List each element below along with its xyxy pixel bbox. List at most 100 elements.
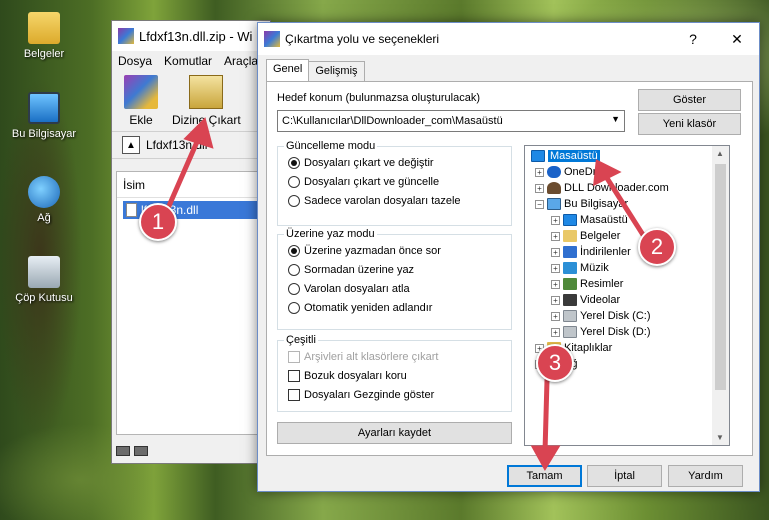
tree-node-resimler[interactable]: + Resimler: [551, 276, 623, 292]
expand-icon[interactable]: +: [551, 295, 560, 305]
scroll-down-icon[interactable]: ▼: [716, 433, 724, 442]
column-header-name[interactable]: İsim: [117, 172, 269, 198]
extract-to-button[interactable]: Dizine Çıkart: [172, 75, 241, 131]
tree-node-belgeler[interactable]: + Belgeler: [551, 228, 620, 244]
option-label: Sormadan üzerine yaz: [304, 264, 415, 276]
this-pc-icon: [28, 92, 60, 124]
cancel-button[interactable]: İptal: [587, 465, 662, 487]
checkbox[interactable]: [288, 370, 300, 382]
expand-icon[interactable]: +: [535, 183, 544, 193]
expand-icon[interactable]: +: [551, 311, 560, 321]
menu-dosya[interactable]: Dosya: [118, 54, 152, 68]
tree-node-label: Belgeler: [580, 230, 621, 242]
expand-icon[interactable]: +: [551, 231, 560, 241]
menu-araclar[interactable]: Araçla: [224, 54, 258, 68]
up-folder-button[interactable]: ▲: [122, 136, 140, 154]
radio-selected[interactable]: [288, 157, 300, 169]
tree-scrollbar[interactable]: ▲ ▼: [712, 146, 729, 445]
expand-icon[interactable]: +: [551, 279, 560, 289]
downloads-icon: [563, 246, 577, 258]
overwrite-option-rename[interactable]: Otomatik yeniden adlandır: [288, 302, 432, 314]
tree-node-label: Müzik: [580, 262, 609, 274]
overwrite-mode-group: Üzerine yaz modu Üzerine yazmadan önce s…: [277, 228, 512, 330]
tree-node-videolar[interactable]: + Videolar: [551, 292, 620, 308]
radio[interactable]: [288, 195, 300, 207]
tree-node-bu-bilgisayar[interactable]: − Bu Bilgisayar: [535, 196, 628, 212]
videos-icon: [563, 294, 577, 306]
tree-node-label: OneDrive: [564, 166, 611, 178]
radio-selected[interactable]: [288, 245, 300, 257]
tree-node-muzik[interactable]: + Müzik: [551, 260, 609, 276]
destination-path-value: C:\Kullanıcılar\DllDownloader_com\Masaüs…: [282, 115, 503, 127]
update-option-replace[interactable]: Dosyaları çıkart ve değiştir: [288, 157, 434, 169]
misc-option-keep-broken[interactable]: Bozuk dosyaları koru: [288, 370, 407, 382]
add-button-label: Ekle: [129, 113, 153, 127]
tree-node-masaustu-root[interactable]: Masaüstü: [531, 148, 600, 164]
option-label: Üzerine yazmadan önce sor: [304, 245, 441, 257]
overwrite-option-skip[interactable]: Varolan dosyaları atla: [288, 283, 410, 295]
option-label: Bozuk dosyaları koru: [304, 370, 407, 382]
user-folder-icon: [547, 182, 561, 194]
radio[interactable]: [288, 176, 300, 188]
radio[interactable]: [288, 302, 300, 314]
update-option-update[interactable]: Dosyaları çıkart ve güncelle: [288, 176, 439, 188]
tree-node-disk-c[interactable]: + Yerel Disk (C:): [551, 308, 651, 324]
close-icon[interactable]: ✕: [715, 23, 759, 55]
winrar-toolbar: Ekle Dizine Çıkart: [112, 71, 270, 131]
chevron-down-icon[interactable]: ▼: [611, 114, 620, 124]
overwrite-option-ask[interactable]: Üzerine yazmadan önce sor: [288, 245, 441, 257]
radio[interactable]: [288, 283, 300, 295]
winrar-titlebar[interactable]: Lfdxf13n.dll.zip - Wi: [112, 21, 270, 51]
desktop-icon: [531, 150, 545, 162]
dialog-titlebar[interactable]: Çıkartma yolu ve seçenekleri ? ✕: [258, 23, 759, 55]
misc-title: Çeşitli: [284, 334, 318, 346]
tab-genel[interactable]: Genel: [266, 59, 310, 81]
desktop-icon-belgeler[interactable]: Belgeler: [6, 12, 82, 60]
menu-komutlar[interactable]: Komutlar: [164, 54, 212, 68]
scroll-up-icon[interactable]: ▲: [716, 149, 724, 158]
network-icon: [28, 176, 60, 208]
scroll-thumb[interactable]: [715, 164, 726, 390]
desktop-icon-bu-bilgisayar[interactable]: Bu Bilgisayar: [6, 92, 82, 140]
recycle-bin-icon: [28, 256, 60, 288]
expand-icon[interactable]: +: [535, 167, 544, 177]
expand-icon[interactable]: +: [551, 215, 560, 225]
tree-node-indirilenler[interactable]: + İndirilenler: [551, 244, 631, 260]
add-button[interactable]: Ekle: [124, 75, 158, 131]
tree-node-masaustu[interactable]: + Masaüstü: [551, 212, 628, 228]
desktop-icon-cop-kutusu[interactable]: Çöp Kutusu: [6, 256, 82, 304]
desktop-icon-ag[interactable]: Ağ: [6, 176, 82, 224]
show-button[interactable]: Göster: [638, 89, 741, 111]
tree-node-disk-d[interactable]: + Yerel Disk (D:): [551, 324, 651, 340]
key-icon: [134, 446, 148, 456]
winrar-pathbar: ▲ Lfdxf13n.dll: [112, 131, 270, 159]
destination-path-combo[interactable]: C:\Kullanıcılar\DllDownloader_com\Masaüs…: [277, 110, 625, 132]
drive-icon: [116, 446, 130, 456]
folder-tree[interactable]: Masaüstü + OneDrive + DLL Downloader.com…: [524, 145, 730, 446]
help-title-button[interactable]: ?: [671, 23, 715, 55]
checkbox[interactable]: [288, 389, 300, 401]
documents-icon: [563, 230, 577, 242]
pictures-icon: [563, 278, 577, 290]
update-mode-title: Güncelleme modu: [284, 140, 378, 152]
expand-icon[interactable]: +: [551, 263, 560, 273]
misc-option-show-in-explorer[interactable]: Dosyaları Gezginde göster: [288, 389, 434, 401]
new-folder-button[interactable]: Yeni klasör: [638, 113, 741, 135]
tree-node-label: Yerel Disk (D:): [580, 326, 651, 338]
tree-node-label: İndirilenler: [580, 246, 631, 258]
save-settings-button[interactable]: Ayarları kaydet: [277, 422, 512, 444]
destination-label: Hedef konum (bulunmazsa oluşturulacak): [277, 92, 480, 104]
disk-icon: [563, 326, 577, 338]
expand-icon[interactable]: +: [551, 247, 560, 257]
tree-node-onedrive[interactable]: + OneDrive: [535, 164, 610, 180]
help-button[interactable]: Yardım: [668, 465, 743, 487]
expand-icon[interactable]: +: [551, 327, 560, 337]
radio[interactable]: [288, 264, 300, 276]
collapse-icon[interactable]: −: [535, 199, 544, 209]
overwrite-option-without-prompt[interactable]: Sormadan üzerine yaz: [288, 264, 414, 276]
update-option-freshen[interactable]: Sadece varolan dosyaları tazele: [288, 195, 461, 207]
ok-button[interactable]: Tamam: [507, 465, 582, 487]
tab-gelismis[interactable]: Gelişmiş: [308, 61, 365, 81]
tree-node-dll-downloader[interactable]: + DLL Downloader.com: [535, 180, 669, 196]
desktop-icon-label: Belgeler: [23, 48, 65, 60]
